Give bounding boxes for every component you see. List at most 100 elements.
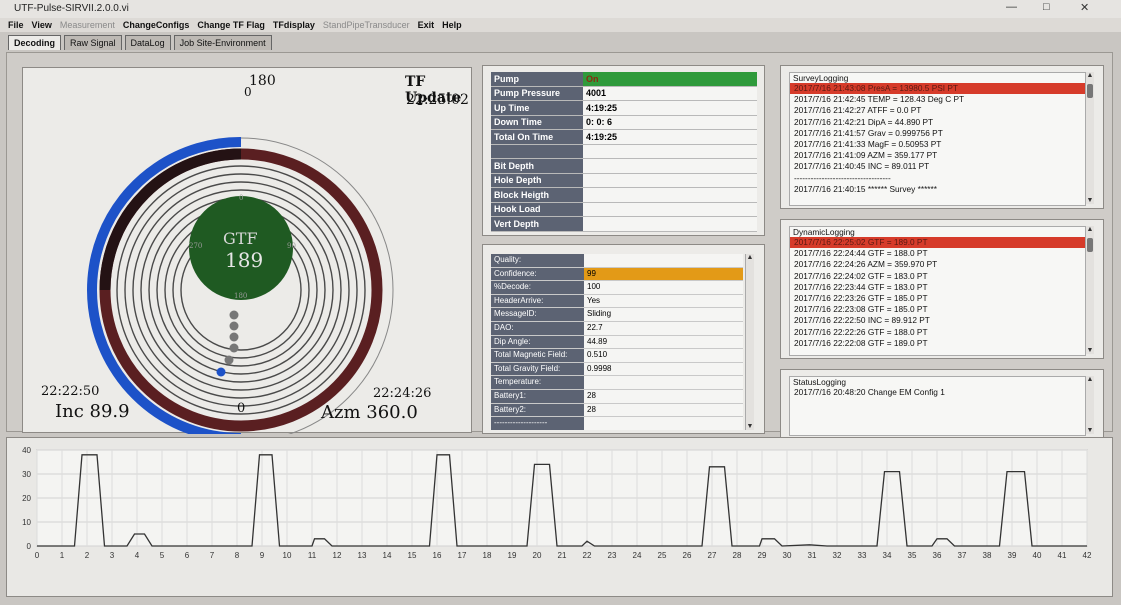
quality-label: -------------------- (491, 417, 584, 430)
survey-scrollbar[interactable]: ▲ ▼ (1085, 72, 1094, 204)
x-tick-label: 19 (508, 551, 517, 560)
log-line[interactable]: 2017/7/16 22:24:02 GTF = 183.0 PT (790, 271, 1085, 282)
log-line[interactable]: 2017/7/16 22:24:44 GTF = 188.0 PT (790, 248, 1085, 259)
dynamic-scrollbar[interactable]: ▲ ▼ (1085, 226, 1094, 354)
menu-change-tf-flag[interactable]: Change TF Flag (197, 20, 265, 30)
scroll-down-icon[interactable]: ▼ (746, 423, 754, 430)
log-line[interactable]: 2017/7/16 22:23:08 GTF = 185.0 PT (790, 304, 1085, 315)
log-line[interactable]: ----------------------------------- (790, 173, 1085, 184)
pump-row-label: Pump (491, 72, 583, 87)
log-line[interactable]: 2017/7/16 21:40:15 ****** Survey ****** (790, 184, 1085, 195)
menu-exit[interactable]: Exit (418, 20, 435, 30)
scroll-up-icon[interactable]: ▲ (1086, 376, 1094, 383)
x-tick-label: 23 (608, 551, 617, 560)
log-line[interactable]: 2017/7/16 21:42:45 TEMP = 128.43 Deg C P… (790, 94, 1085, 105)
x-tick-label: 16 (433, 551, 442, 560)
menu-measurement[interactable]: Measurement (60, 20, 115, 30)
pump-row-label: Bit Depth (491, 158, 583, 174)
menu-file[interactable]: File (8, 20, 24, 30)
status-log[interactable]: StatusLogging 2017/7/16 20:48:20 Change … (789, 376, 1086, 436)
log-line[interactable]: 2017/7/16 22:22:08 GTF = 189.0 PT (790, 338, 1085, 349)
quality-row: -------------------- (491, 417, 743, 430)
dynamic-log[interactable]: DynamicLogging 2017/7/16 22:25:02 GTF = … (789, 226, 1086, 356)
log-line[interactable]: 2017/7/16 21:41:33 MagF = 0.50953 PT (790, 139, 1085, 150)
quality-label: %Decode: (491, 281, 584, 294)
menu-changeconfigs[interactable]: ChangeConfigs (123, 20, 190, 30)
quality-list: Quality: Confidence: 99 %Decode: 100 HeaderAr… (491, 254, 743, 430)
log-line[interactable]: 2017/7/16 21:41:09 AZM = 359.177 PT (790, 150, 1085, 161)
quality-label: Temperature: (491, 376, 584, 389)
log-line[interactable]: 2017/7/16 22:22:26 GTF = 188.0 PT (790, 327, 1085, 338)
quality-label: Battery1: (491, 389, 584, 403)
tab-decoding[interactable]: Decoding (8, 35, 62, 50)
quality-scrollbar[interactable]: ▲ ▼ (745, 254, 754, 430)
x-tick-label: 35 (908, 551, 917, 560)
log-line[interactable]: 2017/7/16 22:24:26 AZM = 359.970 PT (790, 259, 1085, 270)
quality-value: Sliding (584, 308, 743, 321)
menu-bar: File View Measurement ChangeConfigs Change T… (0, 18, 1121, 32)
log-line[interactable]: 2017/7/16 22:22:50 INC = 89.912 PT (790, 315, 1085, 326)
maximize-icon[interactable]: □ (1043, 1, 1050, 13)
log-line[interactable]: 2017/7/16 22:23:44 GTF = 183.0 PT (790, 282, 1085, 293)
quality-value: 0.510 (584, 349, 743, 362)
gauge-top-inner-label: 0 (244, 85, 252, 99)
menu-tfdisplay[interactable]: TFdisplay (273, 20, 315, 30)
x-tick-label: 37 (958, 551, 967, 560)
log-line[interactable]: 2017/7/16 22:25:02 GTF = 189.0 PT (790, 237, 1085, 249)
x-tick-label: 34 (883, 551, 892, 560)
x-tick-label: 29 (758, 551, 767, 560)
x-tick-label: 38 (983, 551, 992, 560)
minimize-icon[interactable]: — (1006, 1, 1017, 13)
scroll-up-icon[interactable]: ▲ (746, 254, 754, 261)
log-line[interactable]: 2017/7/16 21:43:08 PresA = 13980.5 PSI P… (790, 83, 1085, 95)
log-line[interactable]: 2017/7/16 21:41:57 Grav = 0.999756 PT (790, 128, 1085, 139)
tab-datalog[interactable]: DataLog (124, 35, 171, 50)
y-tick-label: 10 (22, 518, 31, 527)
menu-help[interactable]: Help (442, 20, 462, 30)
pump-row: Down Time 0: 0: 6 (491, 115, 757, 130)
scroll-up-icon[interactable]: ▲ (1086, 226, 1094, 233)
title-bar: UTF-Pulse-SIRVII.2.0.0.vi — □ ✕ (0, 0, 1121, 18)
x-tick-label: 7 (210, 551, 215, 560)
status-logging-panel: StatusLogging 2017/7/16 20:48:20 Change … (780, 369, 1104, 439)
scroll-thumb[interactable] (1087, 238, 1093, 252)
x-tick-label: 2 (85, 551, 90, 560)
pump-row-label (491, 144, 583, 159)
pump-row-value: 4:19:25 (583, 100, 757, 116)
scroll-down-icon[interactable]: ▼ (1086, 427, 1094, 434)
quality-label: Quality: (491, 254, 584, 267)
menu-standpipetransducer[interactable]: StandPipeTransducer (323, 20, 410, 30)
scroll-thumb[interactable] (1087, 84, 1093, 98)
log-line[interactable]: 2017/7/16 21:42:21 DipA = 44.890 PT (790, 117, 1085, 128)
survey-log[interactable]: SurveyLogging 2017/7/16 21:43:08 PresA =… (789, 72, 1086, 206)
gtf-value: 189 (225, 248, 264, 272)
x-tick-label: 20 (533, 551, 542, 560)
tab-raw-signal[interactable]: Raw Signal (64, 35, 122, 50)
gtf-tick-left: 270 (189, 242, 203, 250)
x-tick-label: 17 (458, 551, 467, 560)
status-scrollbar[interactable]: ▲ ▼ (1085, 376, 1094, 434)
gtf-title: GTF (223, 229, 258, 248)
quality-label: Dip Angle: (491, 335, 584, 349)
quality-row: DAO: 22.7 (491, 321, 743, 336)
scroll-up-icon[interactable]: ▲ (1086, 72, 1094, 79)
menu-view[interactable]: View (32, 20, 52, 30)
x-tick-label: 3 (110, 551, 115, 560)
log-line[interactable]: 2017/7/16 21:40:45 INC = 89.011 PT (790, 161, 1085, 172)
x-tick-label: 12 (333, 551, 342, 560)
log-line[interactable]: 2017/7/16 21:42:27 ATFF = 0.0 PT (790, 105, 1085, 116)
inc-readout: Inc 89.9 (55, 401, 130, 422)
pump-row: Vert Depth (491, 216, 757, 232)
scroll-down-icon[interactable]: ▼ (1086, 197, 1094, 204)
pump-row-value (583, 187, 757, 203)
log-line[interactable]: 2017/7/16 22:23:26 GTF = 185.0 PT (790, 293, 1085, 304)
x-tick-label: 28 (733, 551, 742, 560)
tab-job-site-environment[interactable]: Job Site-Environment (173, 35, 272, 50)
log-line[interactable]: 2017/7/16 20:48:20 Change EM Config 1 (790, 387, 1085, 398)
scroll-down-icon[interactable]: ▼ (1086, 347, 1094, 354)
x-tick-label: 30 (783, 551, 792, 560)
x-tick-label: 15 (408, 551, 417, 560)
close-icon[interactable]: ✕ (1080, 1, 1089, 14)
pump-row (491, 144, 757, 159)
x-tick-label: 36 (933, 551, 942, 560)
